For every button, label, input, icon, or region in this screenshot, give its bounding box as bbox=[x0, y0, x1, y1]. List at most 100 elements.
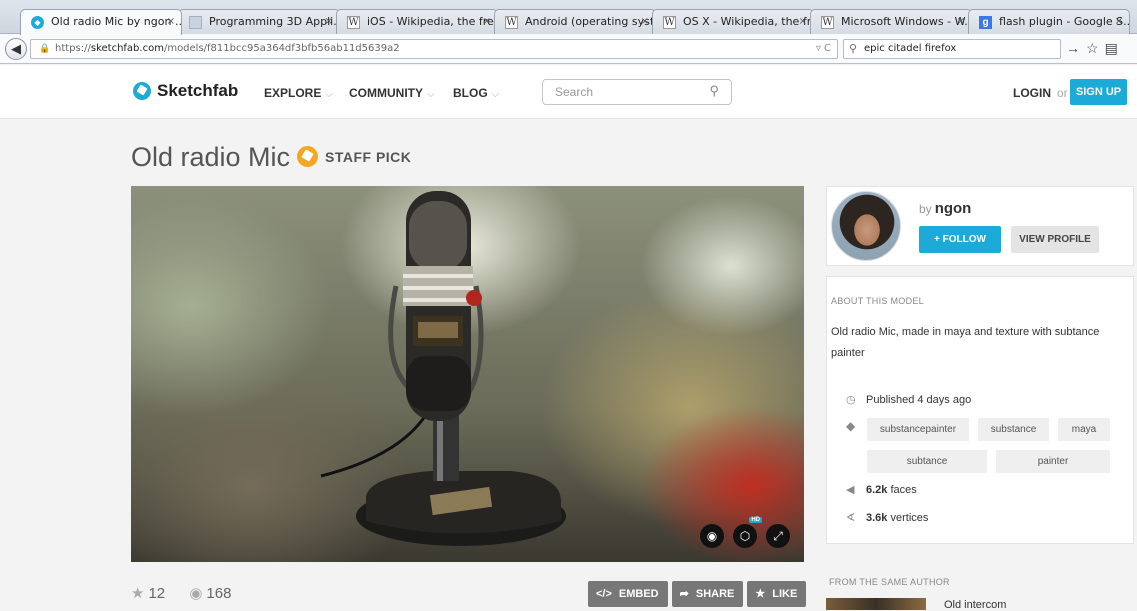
staff-pick-badge: STAFF PICK bbox=[297, 146, 411, 167]
related-model-title[interactable]: Old intercom bbox=[944, 599, 1006, 611]
chevron-down-icon: ⌵ bbox=[491, 89, 500, 100]
model-viewer[interactable]: ◉ ⬡ HD ⤢ bbox=[131, 186, 804, 562]
wikipedia-icon: W bbox=[663, 16, 676, 29]
viewer-controls: ◉ ⬡ HD ⤢ bbox=[700, 517, 790, 548]
browser-tab-windows[interactable]: W Microsoft Windows - W... × bbox=[810, 9, 972, 34]
author-name[interactable]: ngon bbox=[935, 200, 972, 217]
sketchfab-logo[interactable]: Sketchfab bbox=[133, 81, 238, 101]
back-arrow-icon: ◀ bbox=[11, 41, 21, 56]
about-card: ABOUT THIS MODEL Old radio Mic, made in … bbox=[826, 276, 1134, 544]
faces-label: faces bbox=[890, 484, 917, 496]
close-icon[interactable]: × bbox=[483, 10, 491, 34]
model-actions: </> EMBED ➦ SHARE ★ LIKE bbox=[588, 581, 807, 607]
browser-tab-ios[interactable]: W iOS - Wikipedia, the fre... × bbox=[336, 9, 498, 34]
bookmark-star-icon[interactable]: ☆ bbox=[1086, 40, 1105, 56]
browser-tab-programming[interactable]: Programming 3D Appli... × bbox=[178, 9, 340, 34]
follow-button[interactable]: + FOLLOW bbox=[919, 226, 1001, 253]
tab-label: flash plugin - Google S... bbox=[999, 15, 1130, 28]
login-link[interactable]: LOGIN or bbox=[1013, 86, 1068, 100]
browser-tab-osx[interactable]: W OS X - Wikipedia, the fr... × bbox=[652, 9, 814, 34]
tab-label: Old radio Mic by ngon ... bbox=[51, 15, 182, 28]
by-label: by bbox=[919, 202, 932, 216]
like-button[interactable]: ★ LIKE bbox=[747, 581, 807, 607]
published-row: ◷ Published 4 days ago bbox=[846, 393, 971, 406]
share-label: SHARE bbox=[695, 588, 735, 600]
faces-row: ◀ 6.2k faces bbox=[846, 483, 917, 496]
site-search-input[interactable]: Search ⚲ bbox=[542, 79, 732, 105]
lock-icon: 🔒 bbox=[39, 44, 51, 54]
address-bar[interactable]: 🔒 https://sketchfab.com/models/f811bcc95… bbox=[30, 39, 838, 59]
eye-icon[interactable]: ◉ bbox=[700, 524, 724, 548]
browser-search-input[interactable]: ⚲ epic citadel firefox bbox=[843, 39, 1061, 59]
share-icon: ➦ bbox=[679, 588, 689, 600]
model-description: Old radio Mic, made in maya and texture … bbox=[831, 326, 1100, 359]
browser-tab-sketchfab[interactable]: ◆ Old radio Mic by ngon ... × bbox=[20, 9, 182, 35]
close-icon[interactable]: × bbox=[325, 10, 333, 34]
tag-item[interactable]: painter bbox=[996, 450, 1110, 473]
search-icon[interactable]: ⚲ bbox=[709, 79, 719, 103]
clock-icon: ◷ bbox=[846, 394, 856, 406]
go-arrow-icon[interactable]: → bbox=[1066, 40, 1086, 56]
tag-item[interactable]: substancepainter bbox=[867, 418, 969, 441]
vertex-icon: ∢ bbox=[846, 512, 856, 524]
close-icon[interactable]: × bbox=[799, 10, 807, 34]
nav-explore[interactable]: EXPLORE ⌵ bbox=[264, 86, 333, 100]
tag-item[interactable]: maya bbox=[1058, 418, 1110, 441]
related-model-thumbnail[interactable] bbox=[826, 598, 926, 610]
close-icon[interactable]: × bbox=[1115, 10, 1123, 34]
author-card: by ngon + FOLLOW VIEW PROFILE bbox=[826, 186, 1134, 266]
close-icon[interactable]: × bbox=[167, 10, 175, 34]
vertices-row: ∢ 3.6k vertices bbox=[846, 511, 928, 524]
avatar[interactable] bbox=[831, 191, 901, 261]
like-label: LIKE bbox=[772, 588, 798, 600]
view-profile-button[interactable]: VIEW PROFILE bbox=[1011, 226, 1099, 253]
fullscreen-icon[interactable]: ⤢ bbox=[766, 524, 790, 548]
star-icon: ★ bbox=[755, 588, 766, 600]
tag-icon: ◆ bbox=[846, 419, 856, 433]
search-icon: ⚲ bbox=[849, 42, 858, 55]
bookmarks-menu-icon[interactable]: ▤ bbox=[1105, 40, 1124, 56]
published-label: Published 4 days ago bbox=[866, 394, 972, 406]
nav-blog[interactable]: BLOG ⌵ bbox=[453, 86, 499, 100]
browser-tab-flash[interactable]: g flash plugin - Google S... × bbox=[968, 9, 1130, 34]
views-count: ◉ 168 bbox=[189, 585, 241, 602]
hd-badge: HD bbox=[749, 517, 762, 523]
url-prefix: https:// bbox=[55, 43, 91, 54]
browser-search-value: epic citadel firefox bbox=[864, 43, 957, 54]
nav-label: BLOG bbox=[453, 86, 488, 100]
staff-pick-icon bbox=[297, 146, 318, 167]
browser-tab-bar: ◆ Old radio Mic by ngon ... × Programmin… bbox=[0, 0, 1137, 35]
staff-pick-label: STAFF PICK bbox=[325, 148, 412, 165]
url-host: sketchfab.com bbox=[90, 43, 164, 54]
tag-item[interactable]: substance bbox=[978, 418, 1049, 441]
eye-icon: ◉ bbox=[189, 585, 203, 602]
login-label: LOGIN bbox=[1013, 86, 1051, 100]
tag-item[interactable]: subtance bbox=[867, 450, 987, 473]
tab-label: iOS - Wikipedia, the fre... bbox=[367, 15, 498, 28]
url-path: /models/f811bcc95a364df3bfb56ab11d5639a2 bbox=[163, 43, 400, 54]
page-icon bbox=[189, 16, 202, 29]
brand-name: Sketchfab bbox=[157, 81, 239, 100]
back-button[interactable]: ◀ bbox=[5, 38, 27, 60]
chevron-down-icon: ⌵ bbox=[427, 89, 435, 100]
tab-label: Programming 3D Appli... bbox=[209, 15, 340, 28]
close-icon[interactable]: × bbox=[641, 10, 649, 34]
close-icon[interactable]: × bbox=[957, 10, 965, 34]
faces-value: 6.2k bbox=[866, 484, 888, 496]
share-button[interactable]: ➦ SHARE bbox=[671, 581, 744, 607]
nav-community[interactable]: COMMUNITY ⌵ bbox=[349, 86, 435, 100]
embed-button[interactable]: </> EMBED bbox=[588, 581, 668, 607]
hd-cube-icon[interactable]: ⬡ HD bbox=[733, 517, 762, 548]
nav-label: COMMUNITY bbox=[349, 86, 423, 100]
reload-icon[interactable]: ▿ C bbox=[816, 40, 831, 58]
google-icon: g bbox=[979, 16, 992, 29]
tab-label: OS X - Wikipedia, the fr... bbox=[683, 15, 814, 28]
search-placeholder: Search bbox=[555, 85, 594, 99]
chevron-down-icon: ⌵ bbox=[325, 89, 333, 100]
browser-tab-android[interactable]: W Android (operating syst... × bbox=[494, 9, 656, 34]
signup-button[interactable]: SIGN UP bbox=[1070, 79, 1127, 105]
page-title: Old radio Mic bbox=[131, 142, 291, 172]
likes-count: ★ 12 bbox=[131, 585, 175, 602]
about-title: ABOUT THIS MODEL bbox=[831, 296, 924, 306]
wikipedia-icon: W bbox=[347, 16, 360, 29]
